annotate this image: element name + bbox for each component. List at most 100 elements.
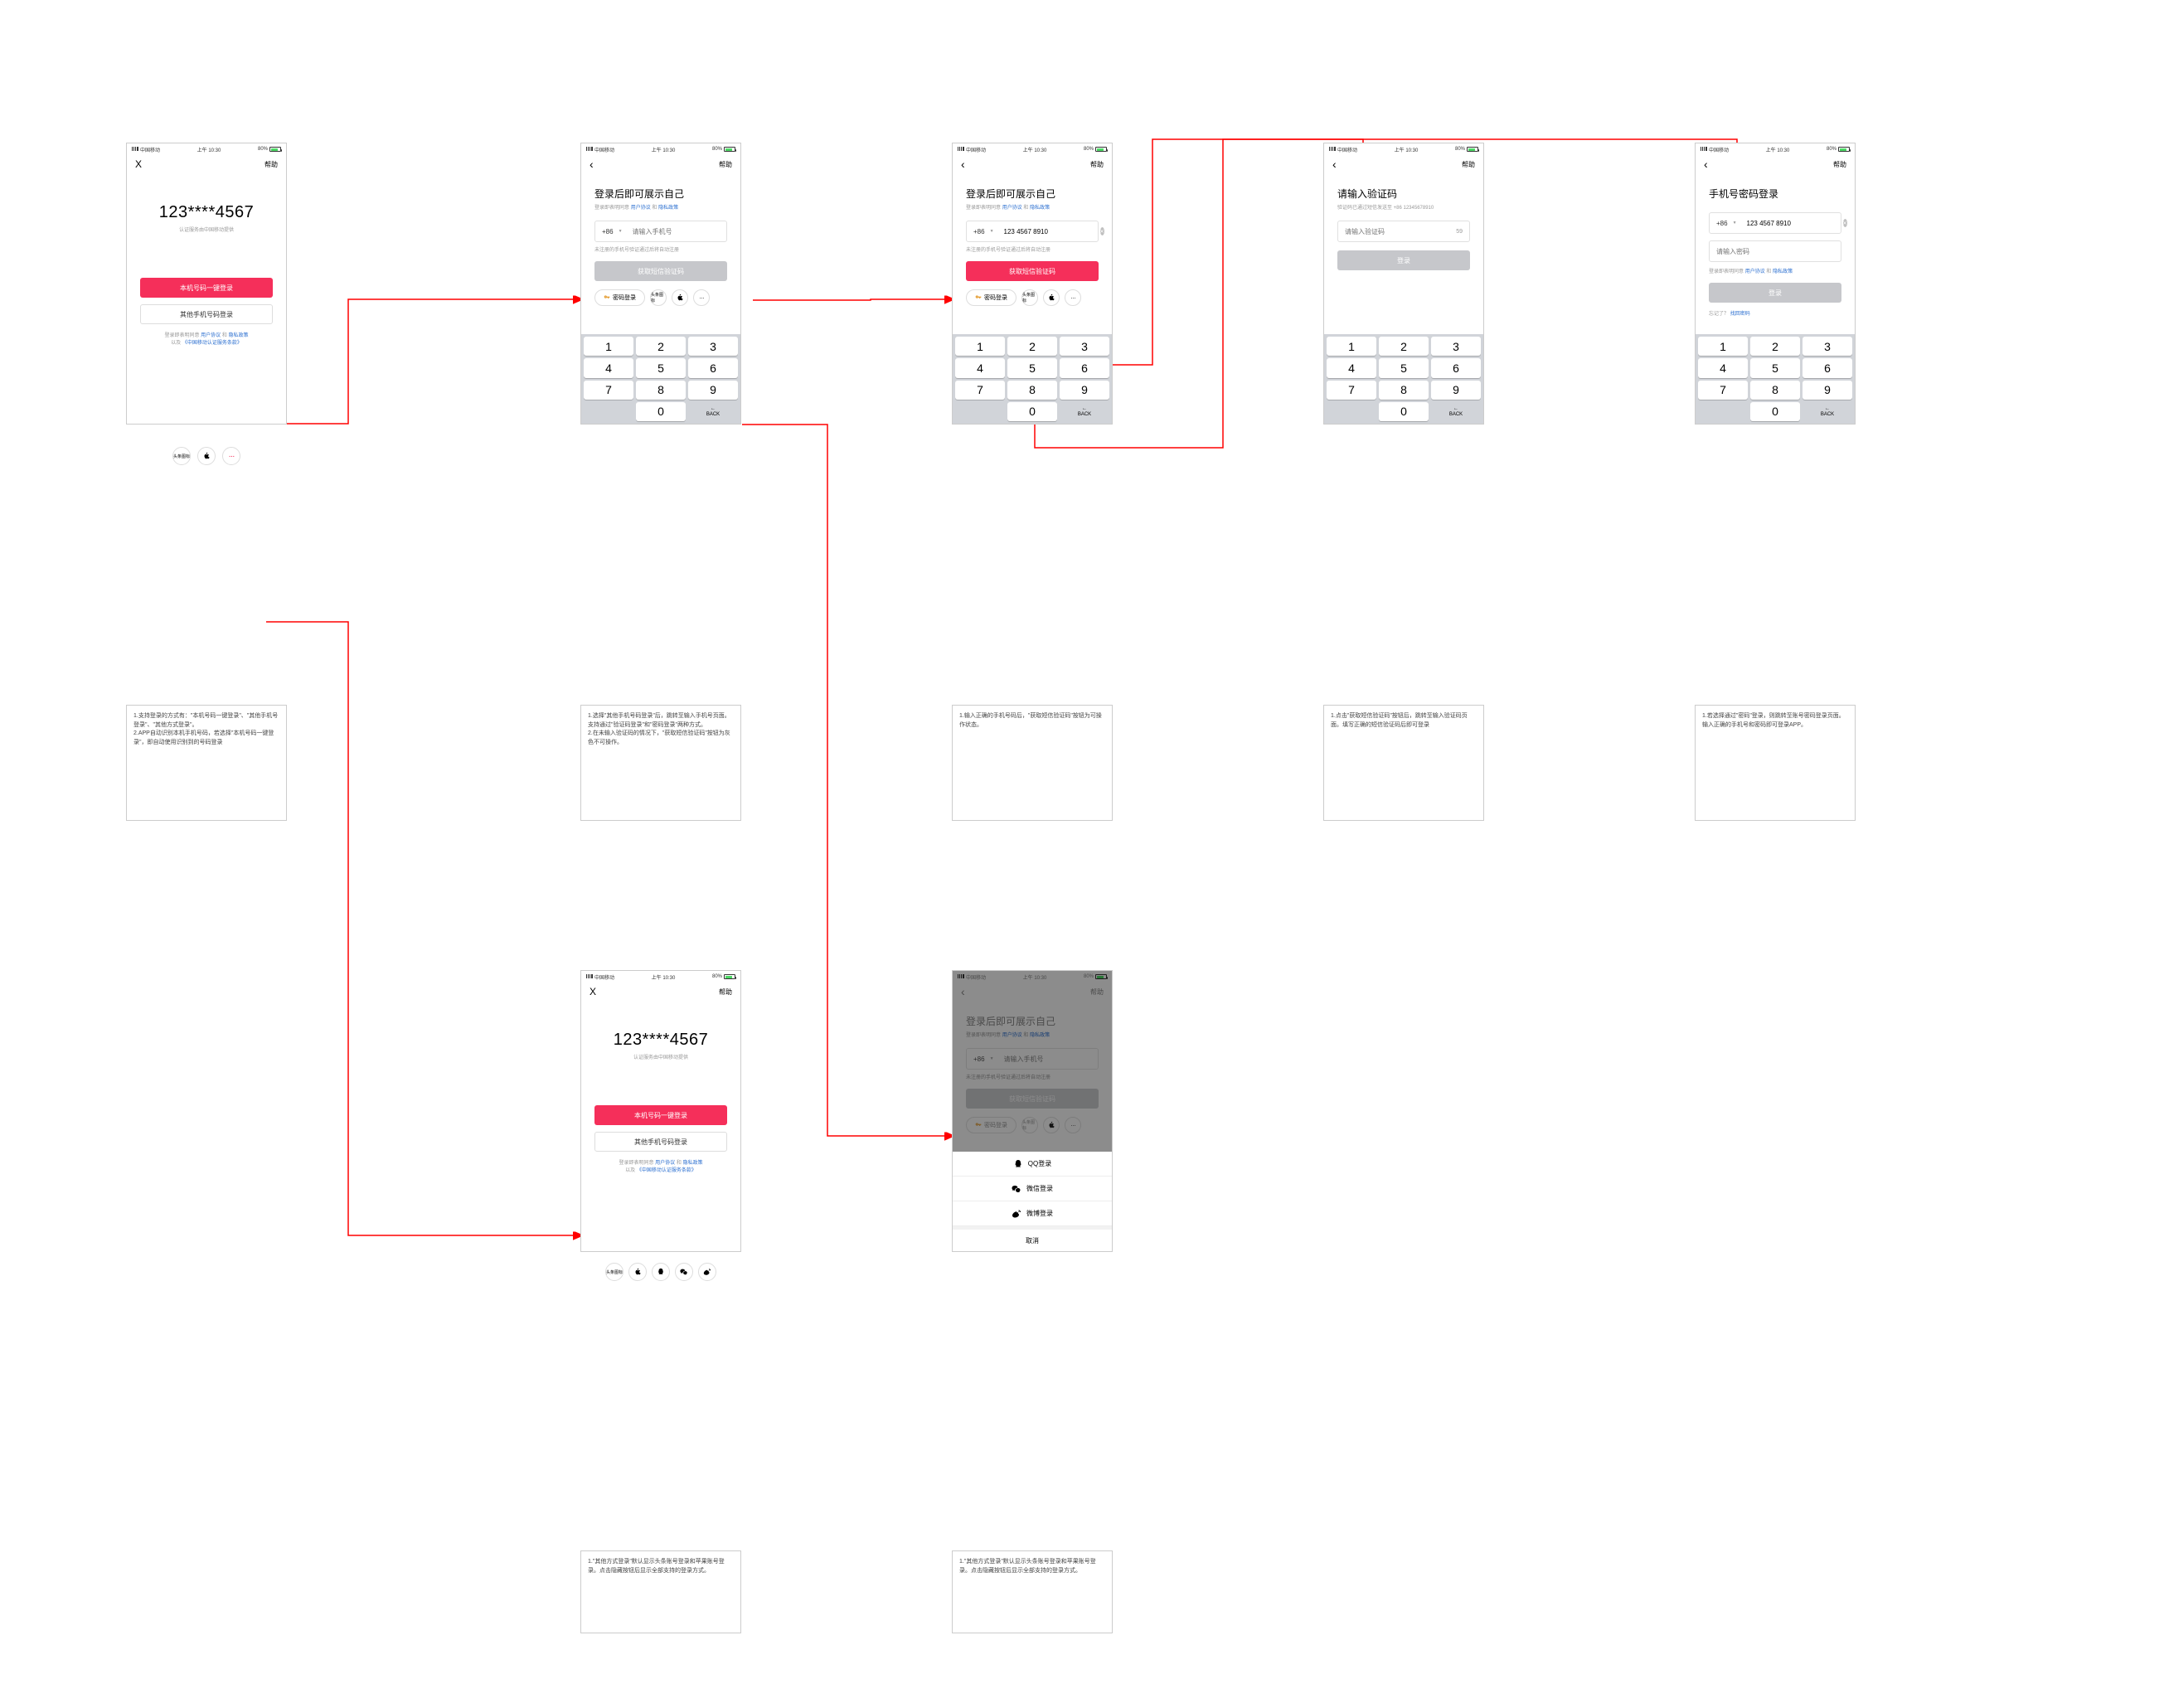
key-3[interactable]: 3 bbox=[688, 337, 738, 356]
key-backspace[interactable]: ←BACK bbox=[1060, 402, 1109, 421]
clear-input-button[interactable]: ✕ bbox=[1843, 219, 1847, 227]
user-agreement-link[interactable]: 用户协议 bbox=[655, 1161, 675, 1166]
country-code[interactable]: +86 bbox=[602, 228, 614, 235]
key-0[interactable]: 0 bbox=[1007, 402, 1057, 421]
back-button[interactable]: ‹ bbox=[590, 158, 594, 171]
key-2[interactable]: 2 bbox=[1379, 337, 1429, 356]
toutiao-login-button[interactable]: 头条图标 bbox=[605, 1263, 623, 1281]
privacy-policy-link[interactable]: 隐私政策 bbox=[1773, 269, 1793, 274]
help-button[interactable]: 帮助 bbox=[264, 160, 278, 169]
help-button[interactable]: 帮助 bbox=[1462, 160, 1475, 169]
key-6[interactable]: 6 bbox=[688, 358, 738, 377]
phone-input-row[interactable]: +86▼ ✕ bbox=[1709, 212, 1841, 234]
key-1[interactable]: 1 bbox=[955, 337, 1005, 356]
key-6[interactable]: 6 bbox=[1431, 358, 1481, 377]
more-login-button[interactable]: ··· bbox=[222, 447, 240, 465]
key-4[interactable]: 4 bbox=[955, 358, 1005, 377]
key-0[interactable]: 0 bbox=[1750, 402, 1800, 421]
key-8[interactable]: 8 bbox=[1750, 381, 1800, 400]
clear-input-button[interactable]: ✕ bbox=[1100, 227, 1104, 235]
close-button[interactable]: X bbox=[135, 158, 142, 170]
help-button[interactable]: 帮助 bbox=[719, 987, 732, 997]
key-7[interactable]: 7 bbox=[955, 381, 1005, 400]
qq-login-item[interactable]: QQ登录 bbox=[953, 1152, 1112, 1177]
toutiao-login-button[interactable]: 头条图标 bbox=[172, 447, 191, 465]
key-5[interactable]: 5 bbox=[636, 358, 686, 377]
help-button[interactable]: 帮助 bbox=[1833, 160, 1846, 169]
key-6[interactable]: 6 bbox=[1803, 358, 1852, 377]
apple-login-button[interactable] bbox=[628, 1263, 647, 1281]
user-agreement-link[interactable]: 用户协议 bbox=[631, 206, 651, 211]
one-click-login-button[interactable]: 本机号码一键登录 bbox=[140, 278, 273, 298]
key-8[interactable]: 8 bbox=[1379, 381, 1429, 400]
phone-input[interactable] bbox=[1004, 228, 1095, 235]
key-backspace[interactable]: ←BACK bbox=[1431, 402, 1481, 421]
key-9[interactable]: 9 bbox=[1431, 381, 1481, 400]
back-button[interactable]: ‹ bbox=[1332, 158, 1337, 171]
help-button[interactable]: 帮助 bbox=[719, 160, 732, 169]
back-button[interactable]: ‹ bbox=[1704, 158, 1708, 171]
key-3[interactable]: 3 bbox=[1431, 337, 1481, 356]
other-phone-login-button[interactable]: 其他手机号码登录 bbox=[140, 304, 273, 324]
key-2[interactable]: 2 bbox=[636, 337, 686, 356]
privacy-policy-link[interactable]: 隐私政策 bbox=[229, 333, 249, 338]
key-9[interactable]: 9 bbox=[1803, 381, 1852, 400]
one-click-login-button[interactable]: 本机号码一键登录 bbox=[594, 1105, 727, 1125]
user-agreement-link[interactable]: 用户协议 bbox=[1745, 269, 1765, 274]
country-code[interactable]: +86 bbox=[1716, 220, 1728, 227]
password-login-button[interactable]: 密码登录 bbox=[966, 289, 1016, 306]
code-input[interactable] bbox=[1345, 228, 1451, 235]
user-agreement-link[interactable]: 用户协议 bbox=[1002, 206, 1022, 211]
key-4[interactable]: 4 bbox=[1698, 358, 1748, 377]
key-4[interactable]: 4 bbox=[584, 358, 633, 377]
key-8[interactable]: 8 bbox=[1007, 381, 1057, 400]
key-3[interactable]: 3 bbox=[1060, 337, 1109, 356]
phone-input-row[interactable]: +86▼ ✕ bbox=[966, 221, 1099, 242]
country-code[interactable]: +86 bbox=[973, 228, 985, 235]
apple-login-button[interactable] bbox=[1043, 289, 1060, 306]
key-backspace[interactable]: ←BACK bbox=[688, 402, 738, 421]
key-0[interactable]: 0 bbox=[1379, 402, 1429, 421]
key-5[interactable]: 5 bbox=[1379, 358, 1429, 377]
phone-input[interactable] bbox=[633, 228, 724, 235]
phone-input-row[interactable]: +86▼ bbox=[594, 221, 727, 242]
key-5[interactable]: 5 bbox=[1007, 358, 1057, 377]
key-5[interactable]: 5 bbox=[1750, 358, 1800, 377]
qq-login-button[interactable] bbox=[652, 1263, 670, 1281]
weibo-login-item[interactable]: 微博登录 bbox=[953, 1201, 1112, 1226]
key-6[interactable]: 6 bbox=[1060, 358, 1109, 377]
key-backspace[interactable]: ←BACK bbox=[1803, 402, 1852, 421]
key-9[interactable]: 9 bbox=[688, 381, 738, 400]
cancel-button[interactable]: 取消 bbox=[953, 1226, 1112, 1251]
key-4[interactable]: 4 bbox=[1327, 358, 1376, 377]
weibo-login-button[interactable] bbox=[698, 1263, 716, 1281]
key-9[interactable]: 9 bbox=[1060, 381, 1109, 400]
user-agreement-link[interactable]: 用户协议 bbox=[201, 333, 221, 338]
close-button[interactable]: X bbox=[590, 986, 596, 997]
wechat-login-item[interactable]: 微信登录 bbox=[953, 1177, 1112, 1201]
other-phone-login-button[interactable]: 其他手机号码登录 bbox=[594, 1132, 727, 1152]
wechat-login-button[interactable] bbox=[675, 1263, 693, 1281]
key-2[interactable]: 2 bbox=[1750, 337, 1800, 356]
privacy-policy-link[interactable]: 隐私政策 bbox=[1030, 206, 1050, 211]
key-3[interactable]: 3 bbox=[1803, 337, 1852, 356]
password-login-button[interactable]: 密码登录 bbox=[594, 289, 645, 306]
key-7[interactable]: 7 bbox=[1327, 381, 1376, 400]
key-7[interactable]: 7 bbox=[1698, 381, 1748, 400]
key-1[interactable]: 1 bbox=[584, 337, 633, 356]
code-input-row[interactable]: 59 bbox=[1337, 221, 1470, 242]
back-button[interactable]: ‹ bbox=[961, 158, 965, 171]
find-password-link[interactable]: 找回密码 bbox=[1730, 312, 1750, 317]
carrier-terms-link[interactable]: 《中国移动认证服务条款》 bbox=[637, 1168, 696, 1173]
privacy-policy-link[interactable]: 隐私政策 bbox=[683, 1161, 703, 1166]
phone-input[interactable] bbox=[1747, 220, 1838, 227]
more-login-button[interactable]: ··· bbox=[1065, 289, 1081, 306]
get-code-button[interactable]: 获取短信验证码 bbox=[966, 261, 1099, 281]
toutiao-login-button[interactable]: 头条图标 bbox=[650, 289, 667, 306]
key-8[interactable]: 8 bbox=[636, 381, 686, 400]
carrier-terms-link[interactable]: 《中国移动认证服务条款》 bbox=[182, 341, 242, 346]
help-button[interactable]: 帮助 bbox=[1090, 160, 1104, 169]
key-1[interactable]: 1 bbox=[1327, 337, 1376, 356]
apple-login-button[interactable] bbox=[197, 447, 216, 465]
more-login-button[interactable]: ··· bbox=[693, 289, 710, 306]
